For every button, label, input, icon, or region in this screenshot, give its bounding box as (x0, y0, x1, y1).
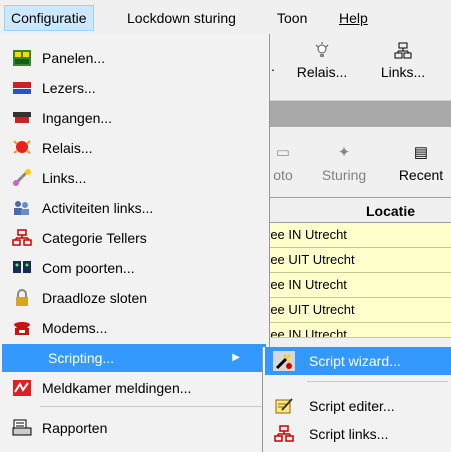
menu-separator (40, 406, 266, 407)
menu-item-label: Scripting... (48, 350, 115, 366)
toolbar-relais-label: Relais... (296, 64, 348, 80)
network-icon (394, 42, 412, 59)
table-row[interactable]: ree IN Utrecht (268, 273, 451, 298)
menu-item-links[interactable]: Links... (2, 164, 266, 192)
alarm-center-icon (12, 379, 32, 397)
menu-item-label: Links... (42, 170, 87, 186)
menu-item-lezers[interactable]: Lezers... (2, 74, 266, 102)
menu-bar: Configuratie Lockdown sturing Toon Help (0, 0, 451, 34)
menu-item-draadloze-sloten[interactable]: Draadloze sloten (2, 284, 266, 312)
menu-item-rapporten[interactable]: Rapporten (2, 414, 266, 442)
menu-item-label: Meldkamer meldingen... (42, 380, 192, 396)
menu-toon-label: Toon (277, 10, 308, 26)
menu-item-label: Relais... (42, 140, 93, 156)
menu-item-label: Panelen... (42, 50, 106, 66)
reader-icon (12, 79, 32, 97)
menu-lockdown-sturing[interactable]: Lockdown sturing (121, 6, 242, 30)
submenu-item-script-wizard[interactable]: Script wizard... (265, 347, 451, 375)
activity-links-icon (12, 199, 32, 217)
events-grid: Locatie ree IN Utrecht ree UIT Utrecht r… (268, 197, 451, 338)
toolbar-recent-button[interactable]: ▤ Recent (392, 143, 450, 183)
menu-item-label: Lezers... (42, 80, 96, 96)
wireless-lock-icon (12, 289, 32, 307)
menu-item-label: Com poorten... (42, 260, 135, 276)
table-row[interactable]: ree UIT Utrecht (268, 298, 451, 323)
script-wizard-icon (273, 351, 295, 371)
toolbar-relais-button[interactable]: Relais... (290, 42, 354, 80)
menu-item-label: Categorie Tellers (42, 230, 147, 246)
toolbar-foto-label: oto (273, 167, 293, 183)
sturing-icon: ✦ (337, 144, 351, 161)
menu-item-label: Modems... (42, 320, 108, 336)
com-ports-icon (12, 259, 32, 277)
submenu-item-script-links[interactable]: Script links... (265, 420, 451, 448)
menu-configuratie[interactable]: Configuratie (4, 5, 94, 31)
toolbar-recent-label: Recent (398, 167, 444, 183)
menu-item-categorie-tellers[interactable]: Categorie Tellers (2, 224, 266, 252)
menu-help-label: Help (339, 10, 368, 26)
panel-icon (12, 49, 32, 67)
toolbar-foto-button[interactable]: ▭ oto (268, 143, 298, 183)
link-icon (12, 169, 32, 187)
modem-icon (12, 319, 32, 337)
reports-icon (12, 419, 32, 437)
menu-item-panelen[interactable]: Panelen... (2, 44, 266, 72)
table-row[interactable]: ree IN Utrecht (268, 223, 451, 248)
lightbulb-icon (315, 42, 329, 57)
menu-item-label: Activiteiten links... (42, 200, 154, 216)
menu-item-modems[interactable]: Modems... (2, 314, 266, 342)
main-toolbar: . Relais... Links... (268, 34, 451, 101)
relay-icon (12, 139, 32, 157)
category-counters-icon (12, 229, 32, 247)
submenu-separator (307, 381, 448, 382)
menu-item-label: Ingangen... (42, 110, 113, 126)
menu-toon[interactable]: Toon (271, 6, 313, 30)
menu-item-scripting[interactable]: Scripting... ▶ (2, 344, 266, 372)
secondary-toolbar: ▭ oto ✦ Sturing ▤ Recent (268, 127, 451, 195)
menu-lockdown-label: Lockdown sturing (127, 10, 236, 26)
script-editor-icon (273, 396, 295, 416)
menu-item-label: Draadloze sloten (42, 290, 148, 306)
table-row[interactable]: ree IN Utrecht (268, 323, 451, 338)
menu-item-activiteiten-links[interactable]: Activiteiten links... (2, 194, 266, 222)
table-row[interactable]: ree UIT Utrecht (268, 248, 451, 273)
configuratie-dropdown: Panelen... Lezers... Ingangen... Relais.… (0, 34, 270, 452)
submenu-item-label: Script editer... (309, 398, 395, 414)
menu-configuratie-label: Configuratie (11, 10, 87, 26)
toolbar-divider-band (268, 101, 451, 127)
camera-icon: ▭ (275, 144, 291, 161)
menu-item-meldkamer-meldingen[interactable]: Meldkamer meldingen... (2, 374, 266, 402)
toolbar-links-button[interactable]: Links... (372, 42, 434, 80)
menu-item-ingangen[interactable]: Ingangen... (2, 104, 266, 132)
scripting-submenu: Script wizard... Script editer... Script… (262, 347, 451, 452)
submenu-arrow-icon: ▶ (232, 352, 240, 363)
input-icon (12, 109, 32, 127)
toolbar-sturing-button[interactable]: ✦ Sturing (314, 143, 374, 183)
toolbar-sturing-label: Sturing (321, 167, 367, 183)
toolbar-links-label: Links... (380, 64, 426, 80)
submenu-item-script-editer[interactable]: Script editer... (265, 392, 451, 420)
submenu-item-label: Script wizard... (309, 353, 401, 369)
grid-header-locatie[interactable]: Locatie (268, 197, 451, 223)
script-links-icon (273, 424, 295, 444)
recent-icon: ▤ (413, 144, 429, 161)
menu-item-relais[interactable]: Relais... (2, 134, 266, 162)
menu-item-com-poorten[interactable]: Com poorten... (2, 254, 266, 282)
submenu-item-label: Script links... (309, 426, 389, 442)
menu-help[interactable]: Help (333, 6, 374, 30)
menu-item-label: Rapporten (42, 420, 108, 436)
